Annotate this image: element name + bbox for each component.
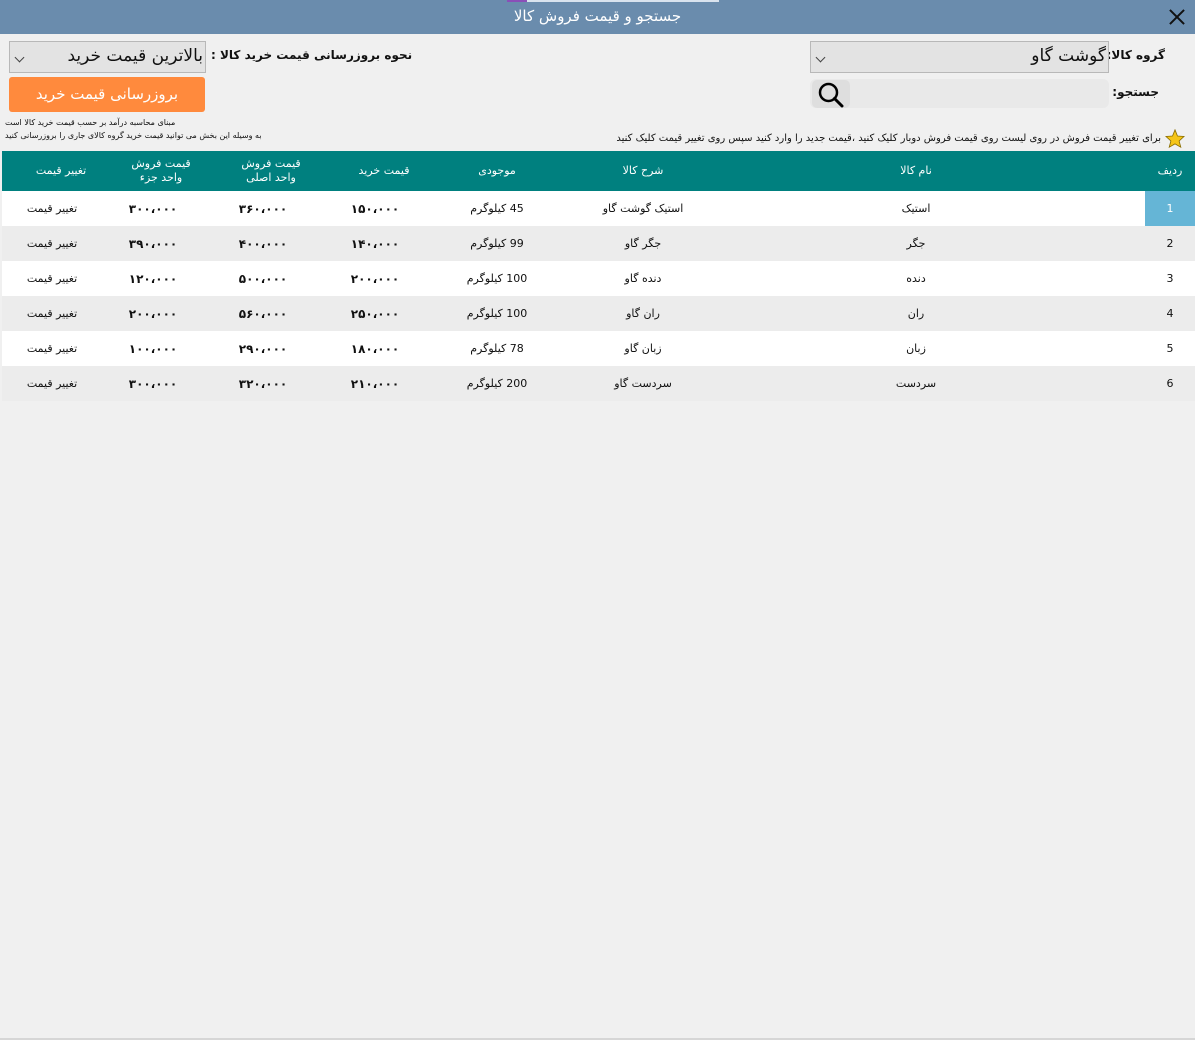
cell-row-number: 5 bbox=[1166, 342, 1174, 355]
cell-sell-part[interactable]: ۱۰۰،۰۰۰ bbox=[98, 331, 208, 366]
update-method-select[interactable]: بالاترین قیمت خرید bbox=[9, 41, 206, 73]
table-row[interactable]: 3 دنده دنده گاو 100 کیلوگرم ۲۰۰،۰۰۰ ۵۰۰،۰۰۰ ۱۲… bbox=[2, 261, 1195, 296]
cell-sell-part[interactable]: ۳۰۰،۰۰۰ bbox=[98, 366, 208, 401]
group-select[interactable]: گوشت گاو bbox=[810, 41, 1109, 73]
table-row[interactable]: 4 ران ران گاو 100 کیلوگرم ۲۵۰،۰۰۰ ۵۶۰،۰۰۰ ۲۰۰،… bbox=[2, 296, 1195, 331]
cell-stock: 78 کیلوگرم bbox=[470, 342, 524, 355]
cell-buy-price: ۲۰۰،۰۰۰ bbox=[350, 271, 400, 286]
cell-stock: 100 کیلوگرم bbox=[466, 307, 528, 320]
star-icon bbox=[1165, 128, 1185, 148]
cell-name: سردست bbox=[895, 377, 937, 390]
header-stock[interactable]: موجودی bbox=[442, 151, 552, 191]
change-price-button[interactable]: تغییر قیمت bbox=[2, 331, 102, 366]
change-price-button[interactable]: تغییر قیمت bbox=[2, 261, 102, 296]
cell-sell-main[interactable]: ۳۲۰،۰۰۰ bbox=[208, 366, 318, 401]
cell-buy-price: ۱۸۰،۰۰۰ bbox=[350, 341, 400, 356]
chevron-down-icon bbox=[14, 52, 25, 63]
table-row[interactable]: 5 زبان زبان گاو 78 کیلوگرم ۱۸۰،۰۰۰ ۲۹۰،۰۰۰ ۱۰۰… bbox=[2, 331, 1195, 366]
cell-name: دنده bbox=[906, 272, 926, 285]
cell-desc: دنده گاو bbox=[624, 272, 662, 285]
update-method-label: نحوه بروزرسانی قیمت خرید کالا : bbox=[211, 48, 413, 62]
cell-sell-part[interactable]: ۱۲۰،۰۰۰ bbox=[98, 261, 208, 296]
group-label: گروه کالا: bbox=[1106, 48, 1165, 62]
update-note-line2: به وسیله این بخش می توانید قیمت خرید گرو… bbox=[5, 131, 262, 140]
header-name[interactable]: نام کالا bbox=[687, 151, 1145, 191]
cell-desc: زبان گاو bbox=[624, 342, 662, 355]
table-row[interactable]: 2 جگر جگر گاو 99 کیلوگرم ۱۴۰،۰۰۰ ۴۰۰،۰۰۰ ۳۹۰،۰… bbox=[2, 226, 1195, 261]
cell-stock: 99 کیلوگرم bbox=[470, 237, 524, 250]
search-label: جستجو: bbox=[1112, 85, 1159, 99]
table-row[interactable]: 1 استیک استیک گوشت گاو 45 کیلوگرم ۱۵۰،۰۰۰ ۳۶۰… bbox=[2, 191, 1195, 226]
cell-name: استیک bbox=[901, 202, 931, 215]
table-header: ردیف نام کالا شرح کالا موجودی قیمت خرید … bbox=[2, 151, 1195, 191]
search-icon bbox=[818, 82, 844, 108]
cell-name: ران bbox=[907, 307, 925, 320]
chevron-down-icon bbox=[815, 52, 826, 63]
change-price-button[interactable]: تغییر قیمت bbox=[2, 191, 102, 226]
header-sell-part-line2: واحد جزء bbox=[139, 171, 183, 184]
header-sell-main[interactable]: قیمت فروش واحد اصلی bbox=[216, 151, 326, 191]
group-select-value: گوشت گاو bbox=[1031, 46, 1106, 66]
window-title: جستجو و قیمت فروش کالا bbox=[513, 7, 682, 25]
table-body: 1 استیک استیک گوشت گاو 45 کیلوگرم ۱۵۰،۰۰۰ ۳۶۰… bbox=[2, 191, 1195, 401]
products-table: ردیف نام کالا شرح کالا موجودی قیمت خرید … bbox=[2, 151, 1195, 401]
cell-desc: استیک گوشت گاو bbox=[602, 202, 684, 215]
cell-sell-main[interactable]: ۴۰۰،۰۰۰ bbox=[208, 226, 318, 261]
cell-name: زبان bbox=[906, 342, 926, 355]
cell-sell-main[interactable]: ۵۰۰،۰۰۰ bbox=[208, 261, 318, 296]
titlebar-accent bbox=[507, 0, 719, 2]
cell-row-number: 1 bbox=[1145, 191, 1195, 226]
cell-sell-main[interactable]: ۳۶۰،۰۰۰ bbox=[208, 191, 318, 226]
cell-buy-price: ۱۴۰،۰۰۰ bbox=[350, 236, 400, 251]
header-sell-part-line1: قیمت فروش bbox=[131, 157, 191, 170]
cell-row-number: 3 bbox=[1166, 272, 1174, 285]
cell-stock: 200 کیلوگرم bbox=[466, 377, 528, 390]
hint-line: برای تغییر قیمت فروش در روی لیست روی قیم… bbox=[616, 128, 1185, 148]
update-note-line1: مبنای محاسبه درآمد بر حسب قیمت خرید کالا… bbox=[5, 118, 176, 127]
cell-sell-main[interactable]: ۲۹۰،۰۰۰ bbox=[208, 331, 318, 366]
cell-stock: 45 کیلوگرم bbox=[470, 202, 524, 215]
window-titlebar: جستجو و قیمت فروش کالا bbox=[0, 0, 1195, 34]
cell-name: جگر bbox=[906, 237, 926, 250]
hint-text: برای تغییر قیمت فروش در روی لیست روی قیم… bbox=[616, 132, 1161, 144]
header-sell-part[interactable]: قیمت فروش واحد جزء bbox=[106, 151, 216, 191]
change-price-button[interactable]: تغییر قیمت bbox=[2, 296, 102, 331]
search-input[interactable] bbox=[852, 82, 1106, 105]
cell-sell-main[interactable]: ۵۶۰،۰۰۰ bbox=[208, 296, 318, 331]
cell-row-number: 2 bbox=[1166, 237, 1174, 250]
cell-buy-price: ۲۵۰،۰۰۰ bbox=[350, 306, 400, 321]
change-price-button[interactable]: تغییر قیمت bbox=[2, 366, 102, 401]
header-change-price[interactable]: تغییر قیمت bbox=[2, 151, 120, 191]
header-sell-main-line1: قیمت فروش bbox=[241, 157, 301, 170]
table-row[interactable]: 6 سردست سردست گاو 200 کیلوگرم ۲۱۰،۰۰۰ ۳۲۰،۰۰۰… bbox=[2, 366, 1195, 401]
cell-buy-price: ۲۱۰،۰۰۰ bbox=[350, 376, 400, 391]
cell-desc: ران گاو bbox=[626, 307, 660, 320]
cell-sell-part[interactable]: ۳۹۰،۰۰۰ bbox=[98, 226, 208, 261]
cell-stock: 100 کیلوگرم bbox=[466, 272, 528, 285]
header-row-number[interactable]: ردیف bbox=[1145, 151, 1195, 191]
update-method-value: بالاترین قیمت خرید bbox=[67, 46, 203, 66]
cell-sell-part[interactable]: ۲۰۰،۰۰۰ bbox=[98, 296, 208, 331]
cell-row-number: 6 bbox=[1166, 377, 1174, 390]
search-button[interactable] bbox=[812, 80, 850, 108]
close-icon[interactable] bbox=[1165, 5, 1189, 29]
cell-row-number: 4 bbox=[1166, 307, 1174, 320]
cell-buy-price: ۱۵۰،۰۰۰ bbox=[350, 201, 400, 216]
change-price-button[interactable]: تغییر قیمت bbox=[2, 226, 102, 261]
cell-sell-part[interactable]: ۳۰۰،۰۰۰ bbox=[98, 191, 208, 226]
update-buy-price-button[interactable]: بروزرسانی قیمت خرید bbox=[9, 77, 205, 112]
header-sell-main-line2: واحد اصلی bbox=[246, 171, 296, 184]
header-desc[interactable]: شرح کالا bbox=[532, 151, 754, 191]
cell-desc: سردست گاو bbox=[614, 377, 672, 390]
cell-desc: جگر گاو bbox=[624, 237, 662, 250]
header-buy-price[interactable]: قیمت خرید bbox=[330, 151, 438, 191]
